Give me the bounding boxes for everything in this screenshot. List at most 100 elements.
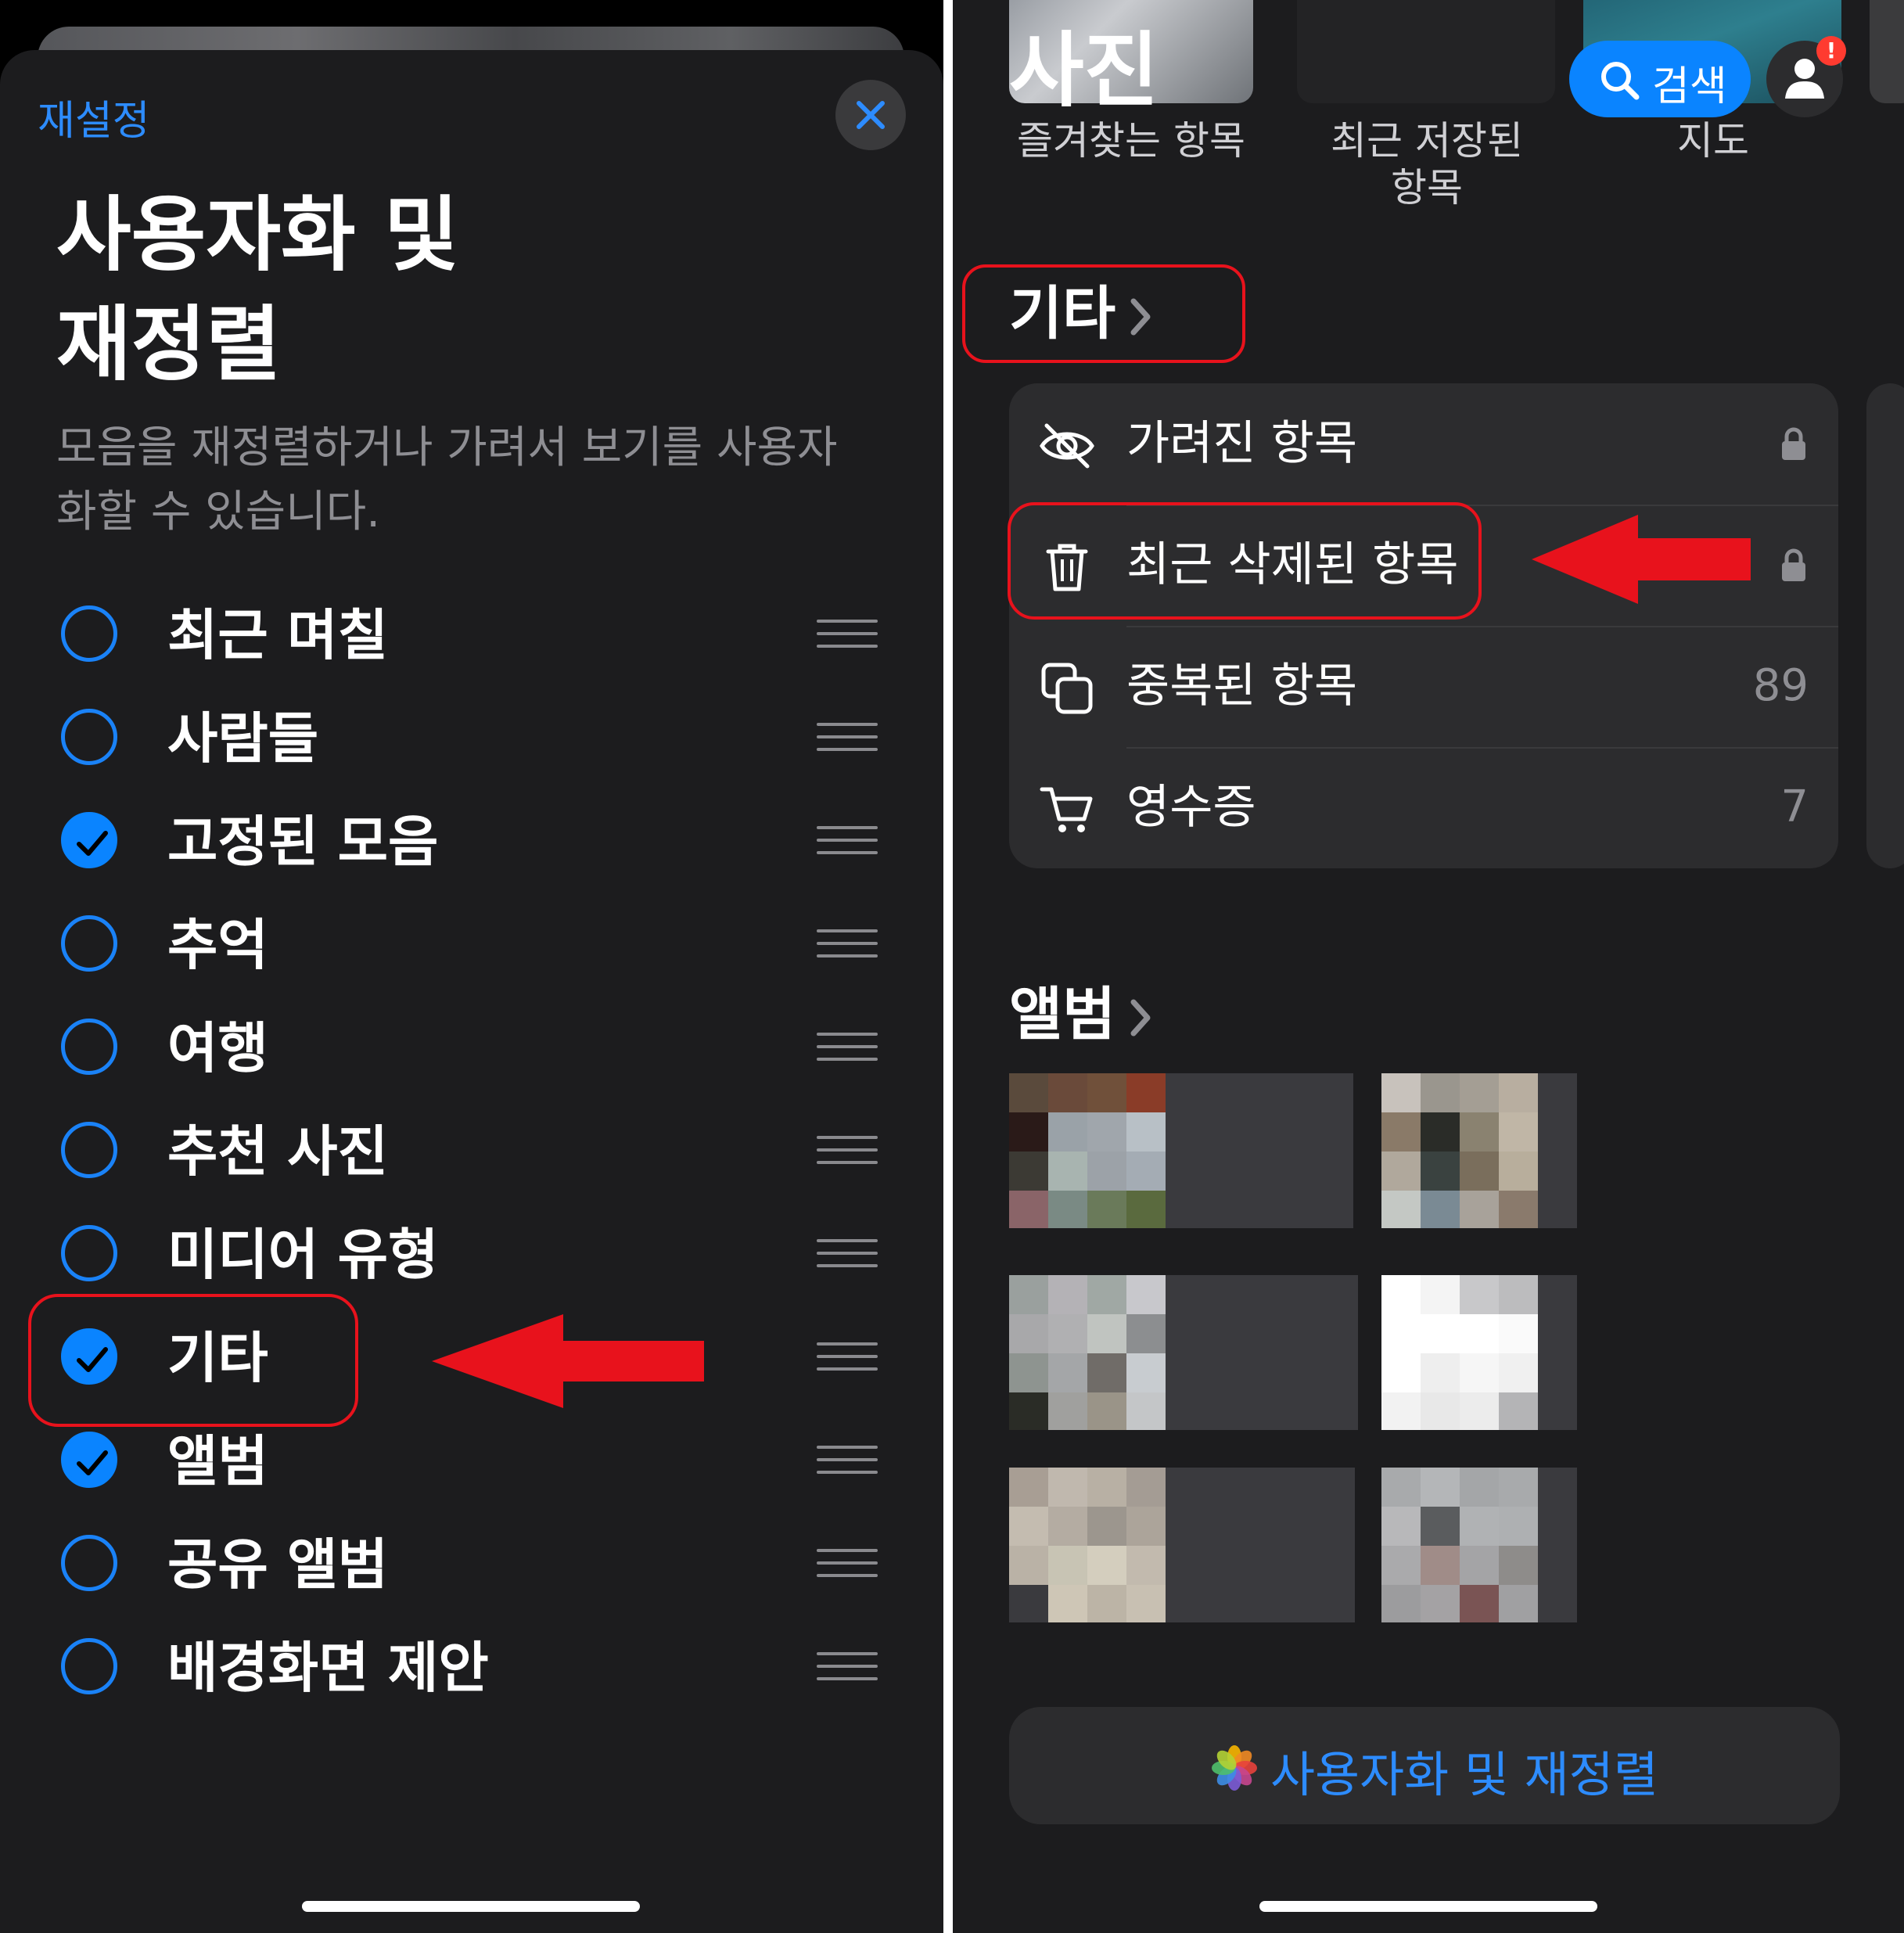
album-cover-image xyxy=(1009,1468,1166,1622)
collection-label: 여행 xyxy=(167,1016,268,1080)
close-button[interactable] xyxy=(835,80,906,150)
collection-label: 미디어 유형 xyxy=(167,1223,439,1287)
collection-row[interactable]: 공유 앨범 xyxy=(0,1522,943,1616)
collection-row[interactable]: 여행 xyxy=(0,1006,943,1100)
customize-reorder-button[interactable]: 사용자화 및 재정렬 xyxy=(1009,1707,1840,1824)
next-card-peek xyxy=(1866,383,1904,868)
collection-row[interactable]: 고정된 모음 xyxy=(0,799,943,893)
highlight-box-recently-deleted xyxy=(1008,502,1482,620)
app-title: 사진 xyxy=(1009,23,1159,118)
collection-row[interactable]: 미디어 유형 xyxy=(0,1213,943,1306)
cart-icon xyxy=(1040,787,1093,832)
customize-sheet-panel: 재설정 사용자화 및 재정렬 모음을 재정렬하거나 가려서 보기를 사용자화할 … xyxy=(0,0,943,1933)
home-indicator xyxy=(1259,1901,1597,1912)
search-label: 검색 xyxy=(1652,63,1727,110)
section-title-albums: 앨범 xyxy=(1009,981,1116,1048)
pinned-label-favorites: 즐겨찾는 항목 xyxy=(1017,118,1245,163)
album-cover-image xyxy=(1009,1073,1166,1228)
highlight-box-other xyxy=(28,1294,358,1427)
collection-row[interactable]: 최근 며칠 xyxy=(0,593,943,687)
album-cover-image xyxy=(1009,1275,1166,1430)
drag-handle-icon[interactable] xyxy=(817,1033,878,1067)
pinned-tile-peek xyxy=(1870,0,1904,103)
album-thumbnail[interactable] xyxy=(1009,1073,1353,1228)
checkbox-checked[interactable] xyxy=(61,812,117,868)
checkbox-unchecked[interactable] xyxy=(61,1122,117,1178)
collection-row[interactable]: 앨범 xyxy=(0,1419,943,1513)
reset-button[interactable]: 재설정 xyxy=(38,88,150,146)
checkbox-unchecked[interactable] xyxy=(61,915,117,972)
collection-row[interactable]: 추억 xyxy=(0,903,943,997)
album-cover-image xyxy=(1381,1468,1538,1622)
album-thumbnail[interactable] xyxy=(1009,1275,1358,1430)
alert-badge: ! xyxy=(1816,36,1846,66)
drag-handle-icon[interactable] xyxy=(817,826,878,861)
chevron-right-icon xyxy=(1130,999,1151,1037)
collection-row[interactable]: 배경화면 제안 xyxy=(0,1626,943,1719)
album-thumbnail[interactable] xyxy=(1381,1073,1577,1228)
lock-icon xyxy=(1782,548,1805,581)
eye-slash-icon xyxy=(1040,423,1094,469)
drag-handle-icon[interactable] xyxy=(817,1342,878,1377)
collection-label: 공유 앨범 xyxy=(167,1532,388,1597)
drag-handle-icon[interactable] xyxy=(817,620,878,654)
utilities-card: 가려진 항목 최근 삭제된 항목 중복된 항목 89 영수증 7 xyxy=(1009,383,1838,868)
utility-label-receipts: 영수증 xyxy=(1126,780,1256,835)
checkbox-unchecked[interactable] xyxy=(61,1638,117,1694)
album-cover-image xyxy=(1381,1275,1538,1430)
album-thumbnail[interactable] xyxy=(1009,1468,1355,1622)
sheet-title: 사용자화 및 재정렬 xyxy=(56,187,459,392)
utility-row-hidden[interactable]: 가려진 항목 xyxy=(1009,383,1838,505)
checkbox-checked[interactable] xyxy=(61,1432,117,1488)
search-button[interactable]: 검색 xyxy=(1569,41,1751,117)
album-cover-image xyxy=(1381,1073,1538,1228)
collection-label: 고정된 모음 xyxy=(167,810,439,874)
collection-label: 사람들 xyxy=(167,706,319,771)
search-icon xyxy=(1601,62,1640,100)
home-indicator xyxy=(302,1901,640,1912)
receipt-count: 7 xyxy=(1780,781,1809,832)
duplicate-icon xyxy=(1041,663,1093,714)
checkbox-unchecked[interactable] xyxy=(61,1535,117,1591)
red-arrow-left-icon xyxy=(1532,515,1751,604)
duplicate-count: 89 xyxy=(1752,660,1809,711)
checkbox-unchecked[interactable] xyxy=(61,605,117,662)
drag-handle-icon[interactable] xyxy=(817,1652,878,1687)
collection-label: 추억 xyxy=(167,913,268,977)
lock-icon xyxy=(1782,427,1805,460)
photos-flower-icon xyxy=(1212,1745,1257,1791)
utility-label-hidden: 가려진 항목 xyxy=(1126,416,1358,471)
collection-label: 배경화면 제안 xyxy=(167,1636,489,1700)
album-thumbnail[interactable] xyxy=(1381,1468,1577,1622)
utility-row-duplicates[interactable]: 중복된 항목 89 xyxy=(1009,626,1838,747)
pinned-label-map: 지도 xyxy=(1677,118,1749,163)
collection-label: 최근 며칠 xyxy=(167,603,388,667)
checkmark-icon xyxy=(77,1450,108,1475)
checkbox-unchecked[interactable] xyxy=(61,1019,117,1075)
collection-row[interactable]: 사람들 xyxy=(0,696,943,790)
customize-reorder-label: 사용자화 및 재정렬 xyxy=(1270,1746,1658,1803)
checkbox-unchecked[interactable] xyxy=(61,1225,117,1281)
sheet-description: 모음을 재정렬하거나 가려서 보기를 사용자화할 수 있습니다. xyxy=(56,422,838,537)
highlight-box-other-header xyxy=(962,264,1245,363)
checkbox-unchecked[interactable] xyxy=(61,709,117,765)
album-thumbnail[interactable] xyxy=(1381,1275,1577,1430)
collection-label: 앨범 xyxy=(167,1429,268,1493)
drag-handle-icon[interactable] xyxy=(817,1446,878,1480)
section-header-albums[interactable]: 앨범 xyxy=(1009,979,1151,1050)
utility-row-receipts[interactable]: 영수증 7 xyxy=(1009,747,1838,868)
drag-handle-icon[interactable] xyxy=(817,929,878,964)
collection-label: 추천 사진 xyxy=(167,1119,388,1184)
red-arrow-left-icon xyxy=(432,1314,704,1408)
drag-handle-icon[interactable] xyxy=(817,1549,878,1583)
pinned-tile-recently-saved[interactable] xyxy=(1297,0,1555,103)
person-icon xyxy=(1785,59,1824,99)
close-icon xyxy=(857,101,885,129)
drag-handle-icon[interactable] xyxy=(817,1136,878,1170)
collection-row[interactable]: 추천 사진 xyxy=(0,1109,943,1203)
utility-label-duplicates: 중복된 항목 xyxy=(1126,659,1358,713)
drag-handle-icon[interactable] xyxy=(817,1239,878,1274)
photos-library-panel: 사진 검색 ! 즐겨찾는 항목 최근 저장된 항목 지도 기타 가려진 항목 최… xyxy=(953,0,1904,1933)
drag-handle-icon[interactable] xyxy=(817,723,878,757)
pinned-label-recently-saved: 최근 저장된 항목 xyxy=(1331,118,1523,210)
